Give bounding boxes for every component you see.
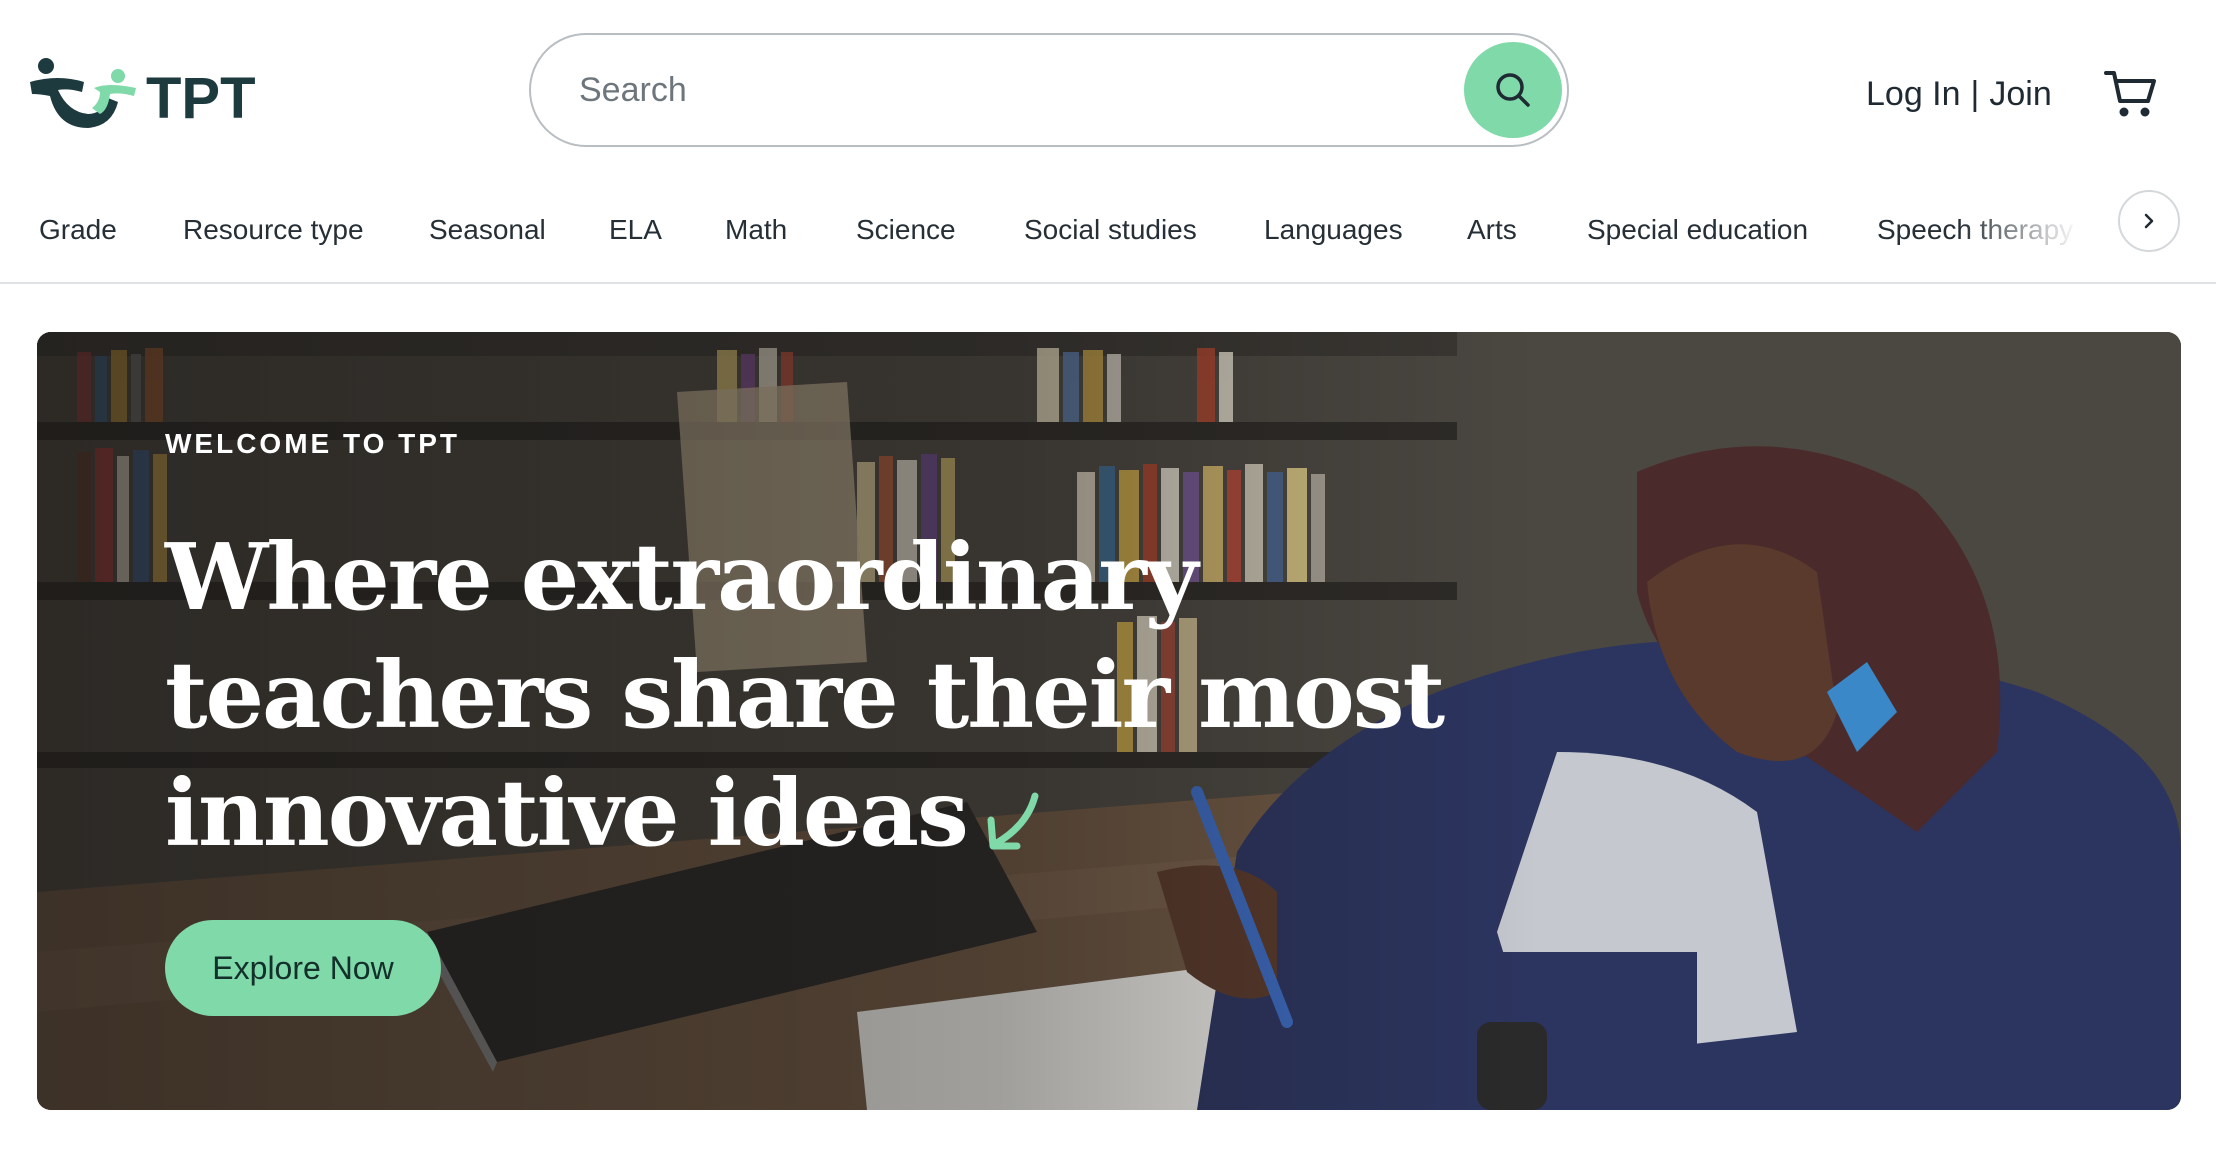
nav-scroll-next-button[interactable] [2118,190,2180,252]
nav-item-grade[interactable]: Grade [39,204,117,256]
cart-button[interactable] [2100,64,2160,124]
logo-text: TPT [146,66,256,131]
search-icon [1496,73,1530,107]
nav-item-social-studies[interactable]: Social studies [1024,204,1197,256]
chevron-right-icon [2144,213,2154,229]
nav-item-speech-therapy[interactable]: Speech therapy [1877,204,2073,256]
nav-item-resource-type[interactable]: Resource type [183,204,364,256]
nav-item-arts[interactable]: Arts [1467,204,1517,256]
search-button[interactable] [1464,42,1562,138]
hero-headline: Where extraordinary teachers share their… [165,518,1445,872]
hero-headline-line-3: innovative ideas [165,754,1365,872]
hero-banner: WELCOME TO TPT Where extraordinary teach… [37,332,2181,1110]
cart-icon [2104,71,2156,117]
login-link[interactable]: Log In [1866,75,1961,114]
hero-headline-line-1: Where extraordinary [165,523,1198,631]
hero-headline-line-2: teachers share their most [165,641,1445,749]
nav-item-ela[interactable]: ELA [609,204,662,256]
tpt-logo[interactable]: TPT [28,52,260,132]
nav-item-math[interactable]: Math [725,204,787,256]
site-header: TPT Log In | Join [0,0,2216,176]
tpt-logo-mark: TPT [30,58,256,131]
search-bar [529,33,1569,147]
join-link[interactable]: Join [1989,75,2051,114]
category-nav: Grade Resource type Seasonal ELA Math Sc… [0,176,2216,284]
arrow-down-left-icon [987,792,1039,850]
hero-headline-line-3-text: innovative ideas [165,759,969,867]
search-input[interactable] [579,55,1459,125]
login-separator: | [1970,74,1980,113]
nav-item-special-education[interactable]: Special education [1587,204,1808,256]
hero-eyebrow: WELCOME TO TPT [165,428,461,459]
explore-now-button[interactable]: Explore Now [165,920,441,1016]
nav-item-seasonal[interactable]: Seasonal [429,204,546,256]
account-links: Log In | Join [1866,70,2052,118]
nav-item-languages[interactable]: Languages [1264,204,1403,256]
nav-item-science[interactable]: Science [856,204,956,256]
